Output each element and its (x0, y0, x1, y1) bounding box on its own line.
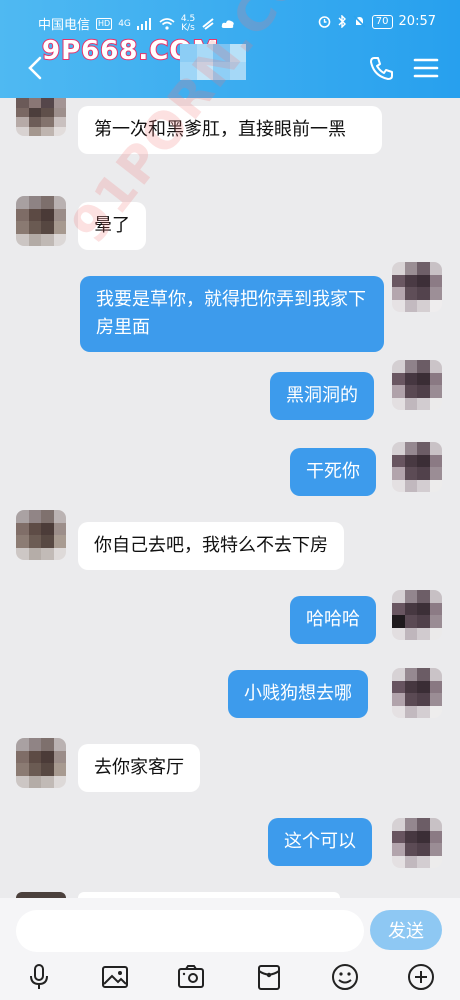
message-bubble[interactable]: 小贱狗想去哪 (228, 670, 368, 718)
message-bubble[interactable]: 黑洞洞的 (270, 372, 374, 420)
clock: 20:57 (398, 14, 436, 29)
cloud-icon (221, 19, 234, 28)
my-avatar[interactable] (392, 590, 442, 640)
status-bar-left: 中国电信 HD 4G 4.5 K/s (38, 14, 235, 33)
microphone-icon[interactable] (24, 962, 54, 992)
message-bubble[interactable]: 哈哈哈 (290, 596, 376, 644)
phone-call-icon[interactable] (368, 54, 396, 82)
carrier-label: 中国电信 (38, 18, 91, 33)
mute-icon (353, 15, 366, 28)
status-bar-right: 70 20:57 (318, 14, 436, 29)
my-avatar[interactable] (392, 442, 442, 492)
message-bubble[interactable]: 晕了 (78, 202, 146, 250)
message-bubble[interactable]: 干死你 (290, 448, 376, 496)
contact-name-pixelated (180, 44, 246, 80)
signal-icon (136, 17, 151, 30)
message-input[interactable] (16, 910, 364, 952)
message-bubble[interactable]: 我要是草你，就得把你弄到我家下房里面 (80, 276, 384, 352)
message-bubble[interactable]: 这个可以 (268, 818, 372, 866)
battery-indicator: 70 (371, 14, 393, 29)
contact-avatar[interactable] (16, 98, 66, 136)
input-bar: 发送 (0, 898, 460, 1000)
contact-avatar[interactable] (16, 510, 66, 560)
hd-badge: HD (96, 17, 113, 30)
alarm-icon (318, 16, 331, 28)
my-avatar[interactable] (392, 360, 442, 410)
contact-avatar[interactable] (16, 196, 66, 246)
camera-icon[interactable] (176, 962, 206, 992)
message-bubble[interactable]: 你自己去吧，我特么不去下房 (78, 522, 344, 570)
send-button[interactable]: 发送 (370, 910, 442, 950)
notification-icon (202, 17, 214, 30)
contact-avatar[interactable] (16, 738, 66, 788)
message-bubble[interactable]: 第一次和黑爹肛，直接眼前一黑 (78, 106, 382, 154)
plus-icon[interactable] (406, 962, 436, 992)
my-avatar[interactable] (392, 262, 442, 312)
message-bubble[interactable]: 去你家客厅 (78, 744, 200, 792)
my-avatar[interactable] (392, 818, 442, 868)
image-icon[interactable] (100, 962, 130, 992)
message-list[interactable]: 第一次和黑爹肛，直接眼前一黑 晕了 我要是草你，就得把你弄到我家下房里面 黑洞洞… (0, 0, 460, 898)
bluetooth-icon (338, 15, 346, 28)
menu-icon[interactable] (412, 54, 440, 82)
my-avatar[interactable] (392, 668, 442, 718)
network-label: 4G (118, 18, 131, 29)
wifi-icon (159, 18, 175, 30)
chat-header: 中国电信 HD 4G 4.5 K/s 70 20:57 9P668.COM (0, 0, 460, 98)
red-packet-icon[interactable] (254, 962, 284, 992)
emoji-icon[interactable] (330, 962, 360, 992)
speed-label: 4.5 K/s (180, 13, 196, 33)
